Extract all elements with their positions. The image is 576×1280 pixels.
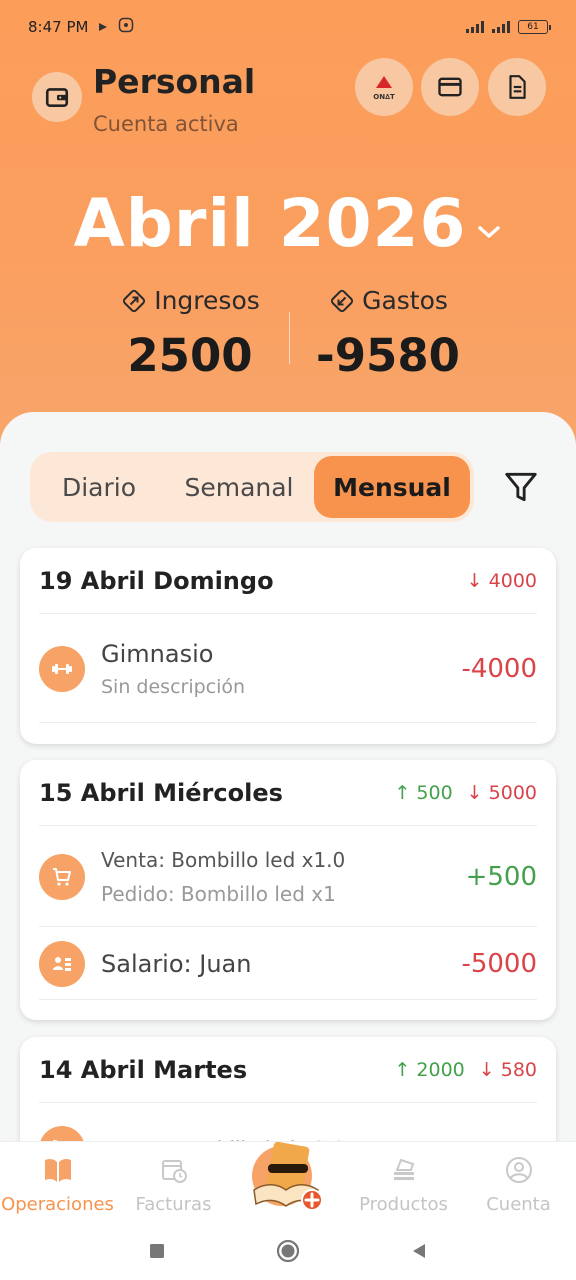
expense-summary: Gastos -9580 [288,286,488,382]
status-time: 8:47 PM [28,18,89,36]
transaction-amount: -4000 [461,653,537,684]
content-panel: Diario Semanal Mensual 19 Abril Domingo … [0,412,576,1152]
recents-icon[interactable] [148,1242,166,1260]
onat-label: ON∆T [373,92,395,101]
signal-icon [466,21,484,33]
header: 8:47 PM 61 Personal Cuenta activa ON∆T A [0,0,576,470]
expense-label: Gastos [362,286,448,315]
mascot-book-icon [252,1141,323,1211]
day-date: 15 Abril Miércoles [39,778,283,807]
onat-button[interactable]: ON∆T [355,58,413,116]
calendar-clock-icon [161,1160,187,1183]
transaction-amount: -5000 [461,948,537,979]
period-tabs: Diario Semanal Mensual [30,452,474,522]
income-summary: Ingresos 2500 [90,286,290,382]
system-nav-bar [0,1221,576,1280]
back-icon[interactable] [410,1242,428,1260]
day-expense-total: ↓ 580 [478,1058,537,1081]
battery-icon: 61 [518,20,551,34]
nav-productos[interactable]: Productos [346,1156,461,1215]
play-icon [98,18,108,36]
filter-icon[interactable] [500,468,542,506]
signal-icon [492,21,510,33]
day-income-total: ↑ 500 [394,781,453,804]
day-card-header: 15 Abril Miércoles ↑ 500 ↓ 5000 [39,760,537,826]
card-button[interactable] [421,58,479,116]
transaction-subtitle: Pedido: Bombillo led x1 [101,881,336,906]
day-date: 14 Abril Martes [39,1055,248,1084]
transaction-title: Venta: Bombillo led x1.0 [101,847,346,872]
report-button[interactable] [488,58,546,116]
transaction-title: Salario: Juan [101,949,252,978]
account-icon [505,1157,532,1183]
account-name[interactable]: Personal [93,62,255,101]
day-card: 14 Abril Martes ↑ 2000 ↓ 580 Venta: Bomb… [20,1037,556,1152]
products-icon [393,1158,414,1180]
nav-label: Productos [359,1194,448,1215]
transaction-subtitle: Sin descripción [101,675,246,698]
transaction-title: Gimnasio [101,639,214,668]
transaction-row[interactable]: Gimnasio Sin descripción -4000 [39,615,537,723]
nav-label: Facturas [135,1194,212,1215]
day-card-header: 14 Abril Martes ↑ 2000 ↓ 580 [39,1037,537,1103]
transaction-row[interactable]: Venta: Bombillo led x1.0 Pedido: Bombill… [39,827,537,927]
day-card: 19 Abril Domingo ↓ 4000 Gimnasio Sin des… [20,548,556,744]
month-title[interactable]: Abril 2026 [74,185,467,262]
day-card-header: 19 Abril Domingo ↓ 4000 [39,548,537,614]
chevron-down-icon[interactable] [476,223,502,241]
document-icon [509,75,526,99]
wallet-icon[interactable] [32,72,82,122]
day-expense-total: ↓ 5000 [466,781,537,804]
month-selector[interactable]: Abril 2026 [0,185,576,262]
income-arrow-icon [123,289,146,312]
day-expense-value: 580 [500,1058,537,1081]
day-expense-total: ↓ 4000 [466,569,537,592]
salary-icon [39,940,85,987]
status-bar: 8:47 PM 61 [0,0,576,54]
nav-cuenta[interactable]: Cuenta [461,1156,576,1215]
home-icon[interactable] [276,1239,300,1263]
day-income-value: 500 [416,781,453,804]
income-label: Ingresos [154,286,260,315]
nav-label: Operaciones [1,1194,114,1215]
tab-mensual[interactable]: Mensual [314,456,470,518]
tab-diario[interactable]: Diario [34,473,164,502]
dumbbell-icon [39,645,85,692]
transaction-amount: +500 [465,861,537,892]
expense-arrow-icon [331,289,354,312]
day-income-value: 2000 [416,1058,465,1081]
account-status: Cuenta activa [93,112,239,136]
app-notification-icon [118,17,134,37]
nav-label: Cuenta [486,1194,551,1215]
nav-facturas[interactable]: Facturas [116,1156,231,1215]
credit-card-icon [438,77,462,97]
tab-semanal[interactable]: Semanal [164,473,314,502]
cart-icon [39,853,85,900]
book-icon [44,1158,71,1182]
add-operation-button[interactable] [242,1138,332,1218]
day-expense-value: 4000 [488,569,537,592]
day-date: 19 Abril Domingo [39,566,274,595]
day-income-total: ↑ 2000 [394,1058,465,1081]
day-card: 15 Abril Miércoles ↑ 500 ↓ 5000 Venta: B… [20,760,556,1020]
day-expense-value: 5000 [488,781,537,804]
expense-value: -9580 [316,329,460,382]
income-value: 2500 [127,329,253,382]
nav-operaciones[interactable]: Operaciones [0,1156,115,1215]
onat-logo-icon [376,75,392,88]
transaction-row[interactable]: Salario: Juan -5000 [39,928,537,1000]
